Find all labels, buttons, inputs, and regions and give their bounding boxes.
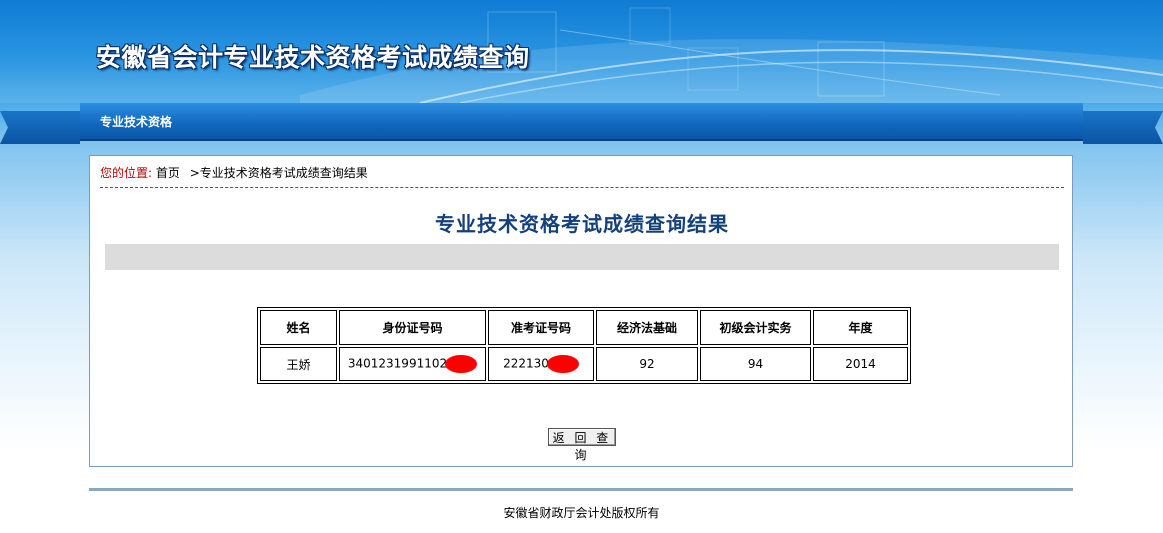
column-header-year: 年度 xyxy=(813,310,908,345)
breadcrumb-label: 您的位置: xyxy=(100,166,153,180)
footer-copyright: 安徽省财政厅会计处版权所有 xyxy=(503,506,660,520)
back-to-query-button[interactable]: 返 回 查 询 xyxy=(548,428,616,462)
breadcrumb-current: >专业技术资格考试成绩查询结果 xyxy=(189,166,368,180)
cell-id-number: 3401231991102 xyxy=(339,347,486,381)
column-header-id-number: 身份证号码 xyxy=(339,310,486,345)
column-header-accounting-practice: 初级会计实务 xyxy=(700,310,811,345)
cell-economic-law-score: 92 xyxy=(596,347,698,381)
column-header-economic-law: 经济法基础 xyxy=(596,310,698,345)
content-box: 您的位置: 首页 >专业技术资格考试成绩查询结果 专业技术资格考试成绩查询结果 … xyxy=(89,155,1073,467)
id-number-text: 3401231991102 xyxy=(347,356,448,371)
breadcrumb-home-link[interactable]: 首页 xyxy=(156,166,180,180)
score-table: 姓名 身份证号码 准考证号码 经济法基础 初级会计实务 年度 王娇 340123… xyxy=(257,307,911,384)
site-title: 安徽省会计专业技术资格考试成绩查询 xyxy=(96,43,530,72)
navbar-right-ribbon xyxy=(1083,111,1163,144)
cell-accounting-practice-score: 94 xyxy=(700,347,811,381)
result-title: 专业技术资格考试成绩查询结果 xyxy=(435,212,729,236)
redaction-mark xyxy=(445,355,478,373)
table-row: 王娇 3401231991102 222130 92 94 2014 xyxy=(260,347,908,381)
table-header-row: 姓名 身份证号码 准考证号码 经济法基础 初级会计实务 年度 xyxy=(260,310,908,345)
cell-name: 王娇 xyxy=(260,347,337,381)
nav-tab-professional-qualification[interactable]: 专业技术资格 xyxy=(100,113,172,130)
redaction-mark xyxy=(546,355,579,373)
cell-year: 2014 xyxy=(813,347,908,381)
navbar-left-ribbon xyxy=(0,111,80,144)
navbar: 专业技术资格 xyxy=(80,103,1083,141)
breadcrumb: 您的位置: 首页 >专业技术资格考试成绩查询结果 xyxy=(100,164,1064,188)
grey-divider-bar xyxy=(105,244,1059,270)
footer-divider xyxy=(89,488,1073,491)
exam-number-text: 222130 xyxy=(503,356,549,371)
cell-exam-number: 222130 xyxy=(488,347,594,381)
header-banner: 安徽省会计专业技术资格考试成绩查询 xyxy=(0,0,1163,103)
column-header-exam-number: 准考证号码 xyxy=(488,310,594,345)
column-header-name: 姓名 xyxy=(260,310,337,345)
